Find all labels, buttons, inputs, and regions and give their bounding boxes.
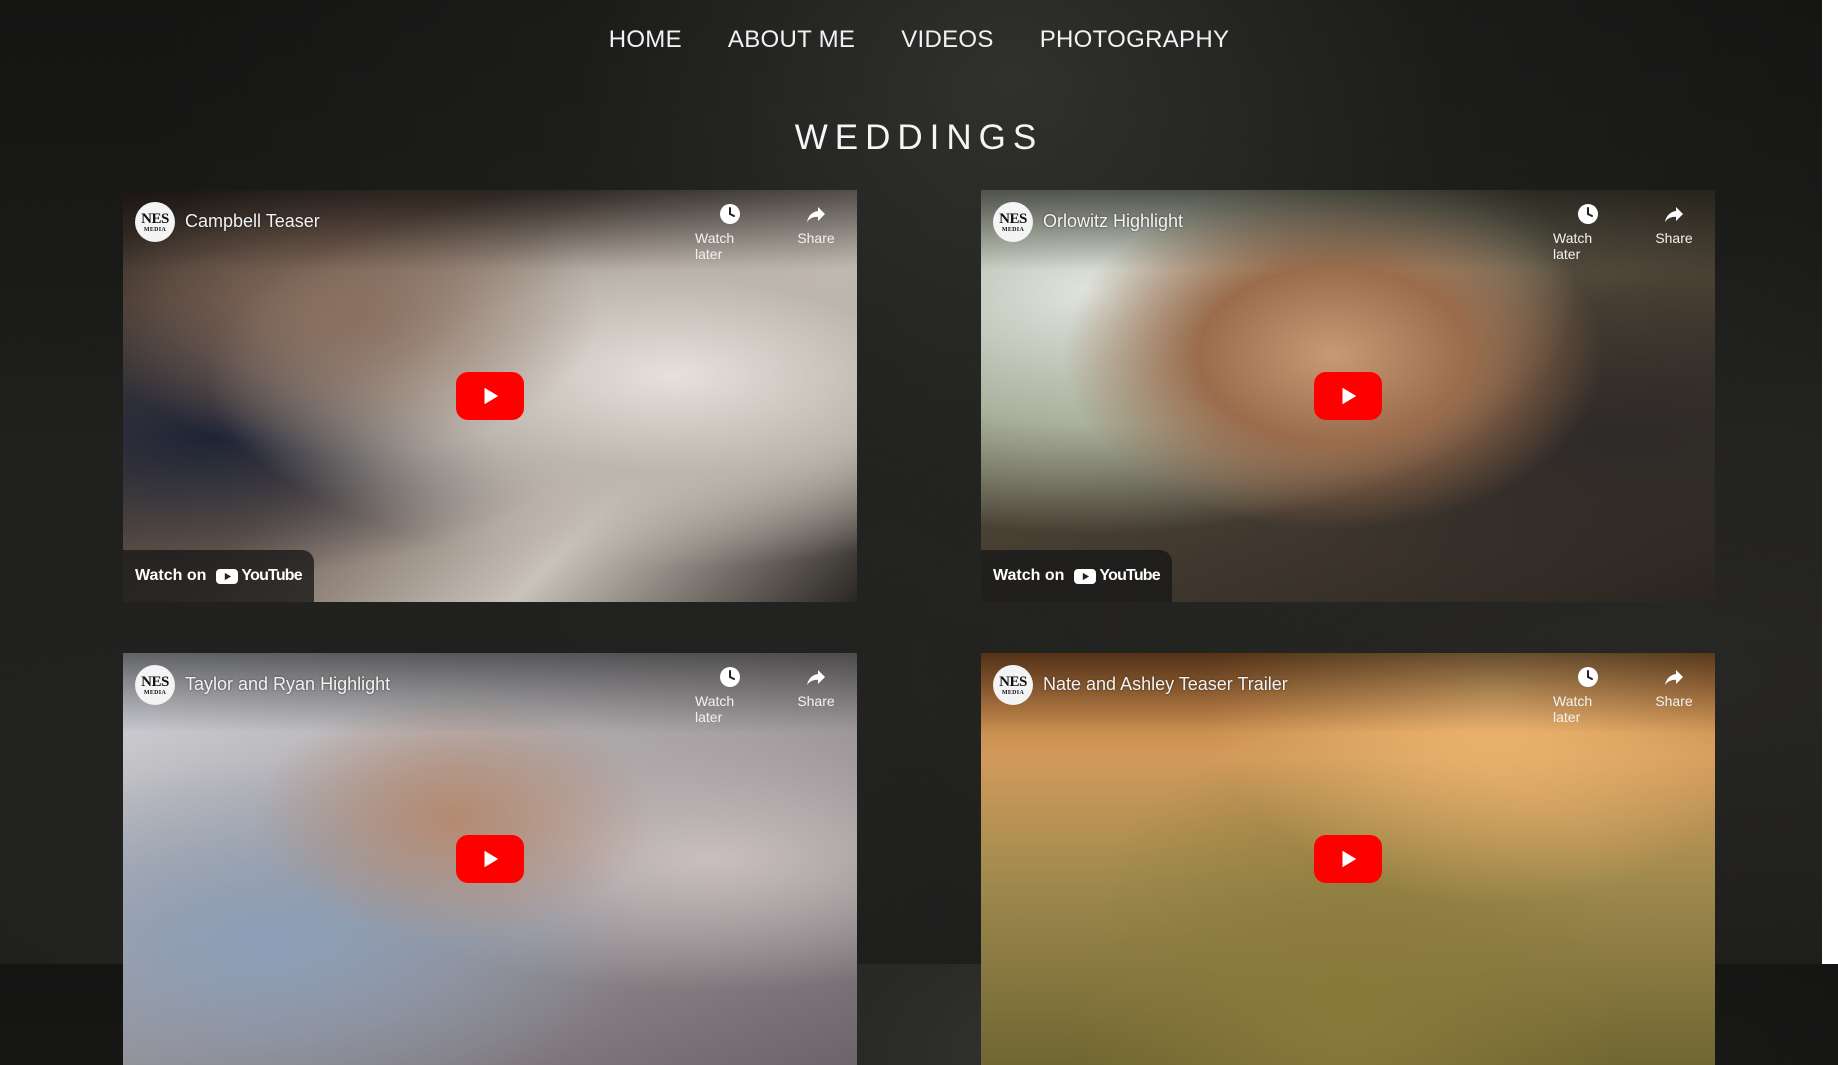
watch-on-youtube-link[interactable]: Watch on YouTube xyxy=(123,550,314,602)
play-icon xyxy=(1342,850,1357,868)
play-icon xyxy=(1342,387,1357,405)
watch-later-label: Watch later xyxy=(695,693,735,725)
video-embed-campbell-teaser[interactable]: NES MEDIA Campbell Teaser Watch later Sh… xyxy=(123,190,857,602)
channel-avatar[interactable]: NES MEDIA xyxy=(993,202,1033,242)
watch-on-label: Watch on xyxy=(993,567,1065,584)
channel-avatar[interactable]: NES MEDIA xyxy=(135,665,175,705)
clock-icon xyxy=(720,667,740,687)
channel-avatar-mark: NES xyxy=(999,673,1027,690)
play-icon xyxy=(484,850,499,868)
video-title[interactable]: Orlowitz Highlight xyxy=(1043,211,1183,232)
clock-icon xyxy=(1578,204,1598,224)
play-button[interactable] xyxy=(1314,835,1382,883)
play-icon xyxy=(484,387,499,405)
watch-later-label: Watch later xyxy=(1553,693,1593,725)
youtube-logo: YouTube xyxy=(1074,567,1161,585)
play-button[interactable] xyxy=(456,372,524,420)
video-embed-taylor-and-ryan-highlight[interactable]: NES MEDIA Taylor and Ryan Highlight Watc… xyxy=(123,653,857,1065)
share-button[interactable]: Share xyxy=(1645,665,1703,709)
channel-avatar-sub: MEDIA xyxy=(143,689,167,696)
play-button[interactable] xyxy=(456,835,524,883)
watch-later-button[interactable]: Watch later xyxy=(1553,202,1623,262)
watch-on-label: Watch on xyxy=(135,567,207,584)
youtube-wordmark: YouTube xyxy=(241,567,302,584)
share-button[interactable]: Share xyxy=(787,665,845,709)
share-button[interactable]: Share xyxy=(787,202,845,246)
video-embed-orlowitz-highlight[interactable]: NES MEDIA Orlowitz Highlight Watch later… xyxy=(981,190,1715,602)
youtube-logo-icon xyxy=(216,568,239,584)
youtube-wordmark: YouTube xyxy=(1099,567,1160,584)
channel-avatar-mark: NES xyxy=(141,210,169,227)
share-arrow-icon xyxy=(1665,207,1683,222)
main-nav: HOME ABOUT ME VIDEOS PHOTOGRAPHY xyxy=(0,26,1838,54)
video-title[interactable]: Taylor and Ryan Highlight xyxy=(185,674,390,695)
channel-avatar-sub: MEDIA xyxy=(1001,689,1025,696)
share-arrow-icon xyxy=(1665,670,1683,685)
share-arrow-icon xyxy=(807,670,825,685)
share-label: Share xyxy=(797,693,835,709)
watch-later-label: Watch later xyxy=(695,230,735,262)
watch-on-youtube-link[interactable]: Watch on YouTube xyxy=(981,550,1172,602)
section-title: WEDDINGS xyxy=(794,118,1044,157)
video-embed-nate-and-ashley-teaser-trailer[interactable]: NES MEDIA Nate and Ashley Teaser Trailer… xyxy=(981,653,1715,1065)
share-arrow-icon xyxy=(807,207,825,222)
watch-later-button[interactable]: Watch later xyxy=(695,665,765,725)
youtube-logo: YouTube xyxy=(216,567,303,585)
clock-icon xyxy=(1578,667,1598,687)
share-button[interactable]: Share xyxy=(1645,202,1703,246)
play-button[interactable] xyxy=(1314,372,1382,420)
channel-avatar-mark: NES xyxy=(999,210,1027,227)
youtube-logo-icon xyxy=(1074,568,1097,584)
nav-photography-link[interactable]: PHOTOGRAPHY xyxy=(1017,26,1253,54)
channel-avatar[interactable]: NES MEDIA xyxy=(135,202,175,242)
watch-later-button[interactable]: Watch later xyxy=(1553,665,1623,725)
share-label: Share xyxy=(1655,693,1693,709)
nav-home-link[interactable]: HOME xyxy=(586,26,705,54)
watch-later-label: Watch later xyxy=(1553,230,1593,262)
channel-avatar-sub: MEDIA xyxy=(143,226,167,233)
channel-avatar-mark: NES xyxy=(141,673,169,690)
channel-avatar[interactable]: NES MEDIA xyxy=(993,665,1033,705)
channel-avatar-sub: MEDIA xyxy=(1001,226,1025,233)
watch-later-button[interactable]: Watch later xyxy=(695,202,765,262)
nav-videos-link[interactable]: VIDEOS xyxy=(878,26,1017,54)
nav-about-me-link[interactable]: ABOUT ME xyxy=(705,26,878,54)
clock-icon xyxy=(720,204,740,224)
video-title[interactable]: Campbell Teaser xyxy=(185,211,320,232)
share-label: Share xyxy=(797,230,835,246)
video-title[interactable]: Nate and Ashley Teaser Trailer xyxy=(1043,674,1288,695)
share-label: Share xyxy=(1655,230,1693,246)
